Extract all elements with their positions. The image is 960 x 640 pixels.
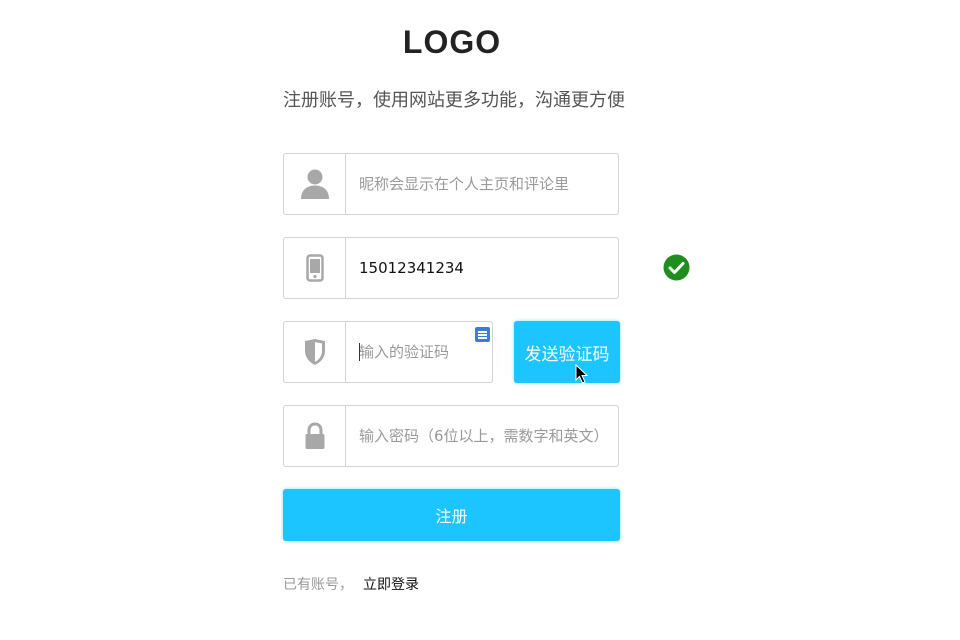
nickname-field bbox=[283, 153, 619, 215]
code-field bbox=[283, 321, 493, 383]
password-field bbox=[283, 405, 619, 467]
shield-icon bbox=[284, 322, 346, 382]
lock-icon bbox=[284, 406, 346, 466]
logo: LOGO bbox=[402, 24, 502, 60]
phone-input[interactable] bbox=[346, 238, 618, 298]
text-caret bbox=[359, 343, 360, 361]
login-prompt: 已有账号， 立即登录 bbox=[283, 574, 419, 594]
login-link[interactable]: 立即登录 bbox=[363, 577, 419, 593]
nickname-input[interactable] bbox=[346, 154, 618, 214]
mouse-cursor-icon bbox=[575, 363, 589, 388]
register-page: LOGO 注册账号，使用网站更多功能，沟通更方便 昵称会显示在个人主页和评论里 … bbox=[0, 0, 960, 640]
register-button[interactable]: 注册 bbox=[283, 489, 620, 541]
autofill-icon[interactable] bbox=[475, 327, 490, 342]
send-code-button[interactable]: 发送验证码 bbox=[514, 321, 620, 383]
check-circle-icon bbox=[663, 254, 690, 285]
page-subtitle: 注册账号，使用网站更多功能，沟通更方便 bbox=[283, 90, 625, 111]
phone-icon bbox=[284, 238, 346, 298]
password-input[interactable] bbox=[346, 406, 618, 466]
phone-field bbox=[283, 237, 619, 299]
user-icon bbox=[284, 154, 346, 214]
code-input[interactable] bbox=[346, 322, 492, 382]
login-prompt-text: 已有账号， bbox=[283, 577, 353, 593]
